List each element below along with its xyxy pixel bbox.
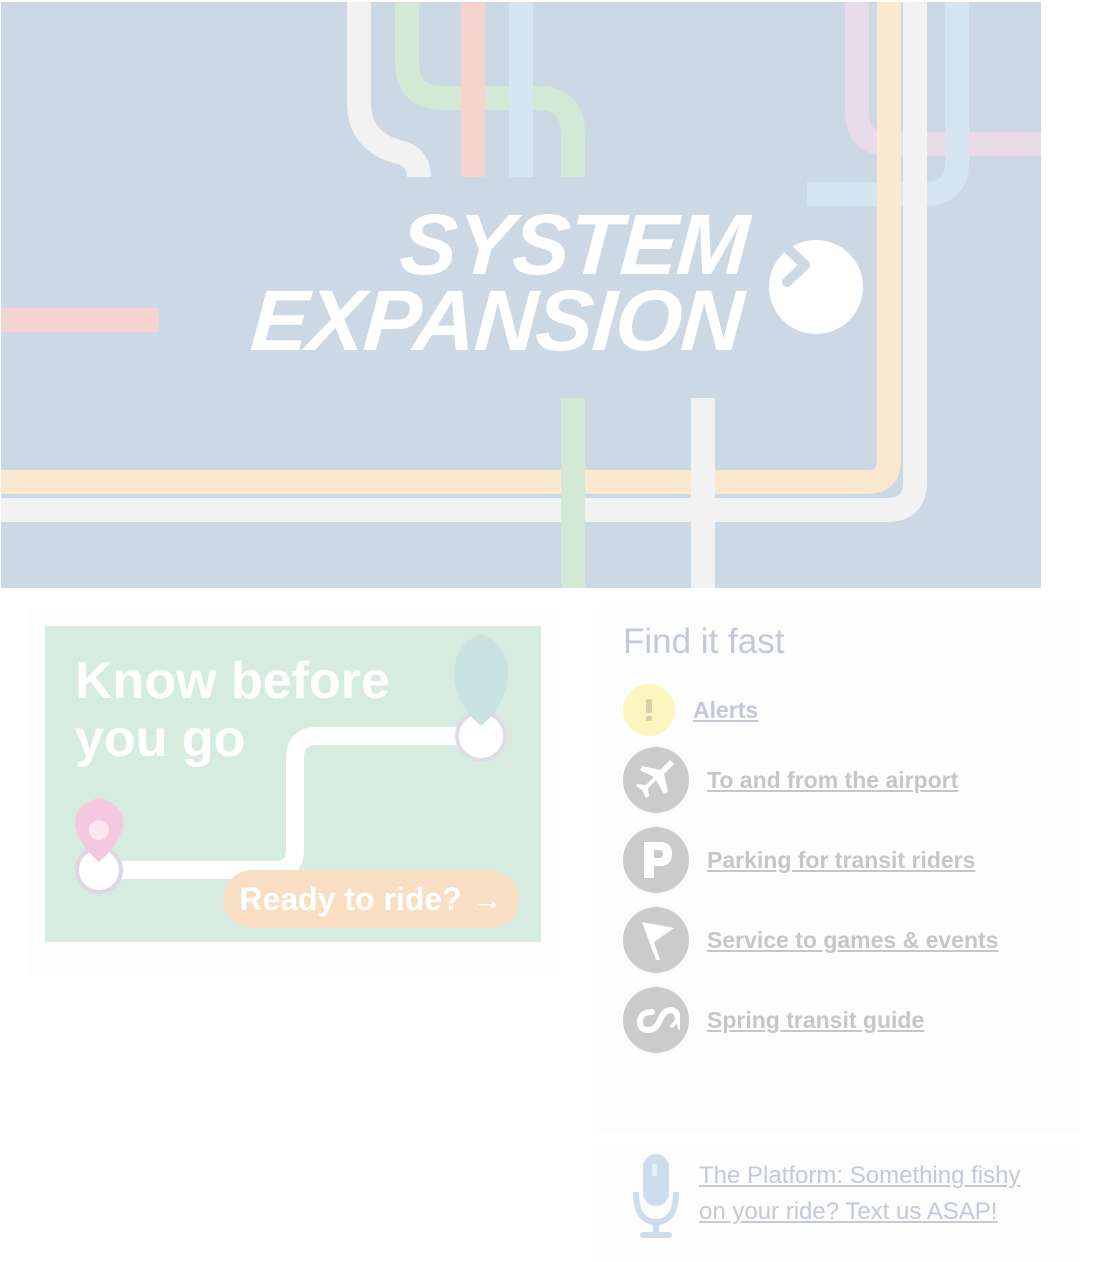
quick-link-label: Parking for transit riders (707, 846, 976, 873)
hero-title-line2: EXPANSION (247, 273, 746, 369)
promo-headline: Know before you go (75, 652, 390, 768)
system-expansion-banner[interactable]: SYSTEM EXPANSION (1, 2, 1041, 588)
hero-title-line1: SYSTEM (396, 197, 752, 293)
alert-icon (623, 684, 675, 736)
hero-title: SYSTEM EXPANSION (247, 197, 752, 369)
parking-icon (623, 827, 689, 893)
map-pin-teal-icon (454, 634, 508, 762)
quick-link-label: Alerts (693, 696, 759, 723)
know-before-you-go-promo[interactable]: Know before you go Ready to ride? → (45, 626, 541, 942)
find-it-fast-title: Find it fast (623, 622, 785, 661)
microphone-icon (632, 1152, 680, 1247)
podcast-link[interactable]: The Platform: Something fishy on your ri… (699, 1158, 1039, 1230)
quick-link-label: To and from the airport (707, 766, 959, 793)
quick-link-airport[interactable]: To and from the airport (623, 747, 958, 813)
seasonal-loop-icon (623, 987, 689, 1053)
quick-link-parking[interactable]: Parking for transit riders (623, 827, 975, 893)
pennant-icon (623, 907, 689, 973)
airplane-icon (623, 747, 689, 813)
quick-link-alerts[interactable]: Alerts (623, 684, 758, 736)
quick-link-spring-guide[interactable]: Spring transit guide (623, 987, 924, 1053)
ready-to-ride-button[interactable]: Ready to ride? → (223, 870, 519, 928)
map-pin-pink-icon (74, 798, 124, 894)
quick-link-label: Spring transit guide (707, 1006, 925, 1033)
quick-link-label: Service to games & events (707, 926, 999, 953)
quick-link-games-events[interactable]: Service to games & events (623, 907, 998, 973)
chevron-right-icon[interactable] (769, 240, 863, 334)
